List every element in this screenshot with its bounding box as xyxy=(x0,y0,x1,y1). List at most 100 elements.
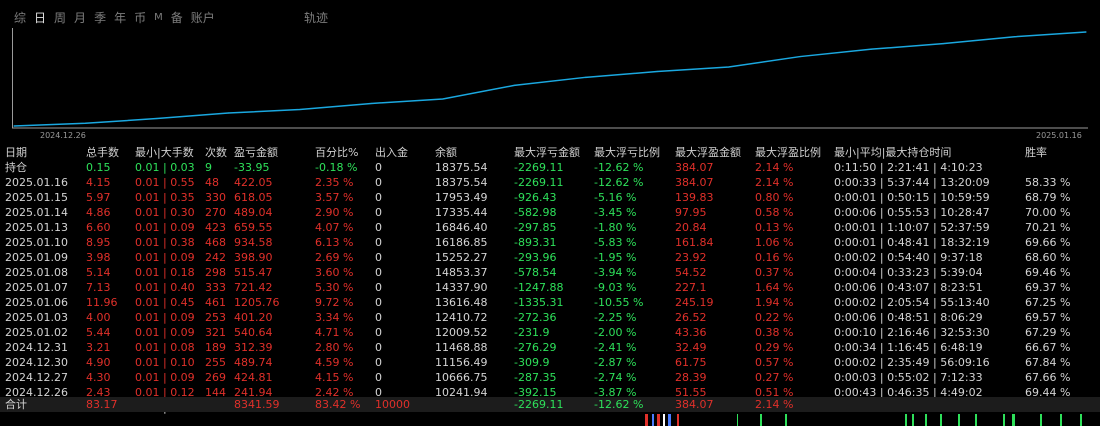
tab-9[interactable]: 账户 xyxy=(191,11,215,25)
holding-row[interactable]: 持仓 0.15 0.01 | 0.03 9 -33.95 -0.18 % 0 18375.54… xyxy=(0,160,1100,175)
equity-chart-svg: 2024.12.26 2025.01.16 xyxy=(12,28,1088,140)
cell-hold_time: 0:00:06 | 0:43:07 | 8:23:51 xyxy=(834,281,983,294)
table-row[interactable]: 2025.01.09 3.98 0.01 | 0.09 242 398.90 2.69 %… xyxy=(0,250,1100,265)
cell-date: 持仓 xyxy=(5,161,27,174)
cell-total_lots: 5.44 xyxy=(86,326,111,339)
cell-date: 2025.01.08 xyxy=(5,266,68,279)
cell-total_lots: 4.00 xyxy=(86,311,111,324)
cell-max_float_loss: -926.43 xyxy=(514,191,557,204)
cell-pct: 9.72 % xyxy=(315,296,354,309)
table-body: 2025.01.16 4.15 0.01 | 0.55 48 422.05 2.35 % 0… xyxy=(0,175,1100,415)
equity-point-13 xyxy=(942,43,944,45)
tab-6[interactable]: 币 xyxy=(134,11,146,25)
cell-inout: 0 xyxy=(375,326,382,339)
cell-min_max_lots: 0.01 | 0.30 xyxy=(135,206,195,219)
col-header-hold_time: 最小|平均|最大持仓时间 xyxy=(834,146,952,159)
cell-min_max_lots: 0.01 | 0.18 xyxy=(135,266,195,279)
cell-pnl_amount: 721.42 xyxy=(234,281,273,294)
cell-max_float_loss_pct: -9.03 % xyxy=(594,281,637,294)
total-max_float_profit_pct: 2.14 % xyxy=(755,398,794,411)
table-row[interactable]: 2025.01.08 5.14 0.01 | 0.18 298 515.47 3.60 %… xyxy=(0,265,1100,280)
table-row[interactable]: 2025.01.03 4.00 0.01 | 0.09 253 401.20 3.34 %… xyxy=(0,310,1100,325)
cell-inout: 0 xyxy=(375,266,382,279)
window-title xyxy=(0,0,80,4)
total-max_float_profit: 384.07 xyxy=(675,398,714,411)
cell-balance: 14337.90 xyxy=(435,281,488,294)
cell-pct: 2.35 % xyxy=(315,176,354,189)
cell-min_max_lots: 0.01 | 0.45 xyxy=(135,296,195,309)
table-row[interactable]: 2025.01.15 5.97 0.01 | 0.35 330 618.05 3.57 %… xyxy=(0,190,1100,205)
cell-max_float_profit: 28.39 xyxy=(675,371,707,384)
cell-inout: 0 xyxy=(375,161,382,174)
col-header-balance: 余额 xyxy=(435,146,457,159)
table-row[interactable]: 2025.01.16 4.15 0.01 | 0.55 48 422.05 2.35 % 0… xyxy=(0,175,1100,190)
tab-7[interactable]: M xyxy=(154,11,163,25)
cell-date: 2025.01.14 xyxy=(5,206,68,219)
cell-max_float_profit_pct: 1.06 % xyxy=(755,236,794,249)
table-row[interactable]: 2025.01.14 4.86 0.01 | 0.30 270 489.04 2.90 %… xyxy=(0,205,1100,220)
cell-max_float_profit_pct: 0.16 % xyxy=(755,251,794,264)
equity-point-2 xyxy=(156,117,158,120)
cell-date: 2025.01.16 xyxy=(5,176,68,189)
cell-date: 2025.01.02 xyxy=(5,326,68,339)
cell-total_lots: 4.15 xyxy=(86,176,111,189)
tab-0[interactable]: 综 xyxy=(14,11,26,25)
table-row[interactable]: 2024.12.31 3.21 0.01 | 0.08 189 312.39 2.80 %… xyxy=(0,340,1100,355)
table-row[interactable]: 2024.12.27 4.30 0.01 | 0.09 269 424.81 4.15 %… xyxy=(0,370,1100,385)
cell-max_float_profit: 54.52 xyxy=(675,266,707,279)
cell-inout: 0 xyxy=(375,221,382,234)
cell-max_float_profit: 23.92 xyxy=(675,251,707,264)
cell-pnl_amount: 424.81 xyxy=(234,371,273,384)
total-max_float_loss_pct: -12.62 % xyxy=(594,398,644,411)
equity-point-12 xyxy=(871,48,873,50)
tab-3[interactable]: 月 xyxy=(74,11,86,25)
indicator-bar-16 xyxy=(1012,414,1015,426)
cell-hold_time: 0:00:33 | 5:37:44 | 13:20:09 xyxy=(834,176,990,189)
cell-pnl_amount: 1205.76 xyxy=(234,296,280,309)
tab-4[interactable]: 季 xyxy=(94,11,106,25)
cell-inout: 0 xyxy=(375,311,382,324)
cell-pct: 2.90 % xyxy=(315,206,354,219)
tab-8[interactable]: 备 xyxy=(171,11,183,25)
cell-pct: 4.71 % xyxy=(315,326,354,339)
cell-balance: 12009.52 xyxy=(435,326,488,339)
cell-balance: 11468.88 xyxy=(435,341,488,354)
cell-count: 9 xyxy=(205,161,212,174)
cell-balance: 14853.37 xyxy=(435,266,488,279)
cell-winrate: 70.21 % xyxy=(1025,221,1071,234)
cell-max_float_loss_pct: -1.95 % xyxy=(594,251,637,264)
indicator-bar-8 xyxy=(785,414,787,426)
cell-max_float_loss_pct: -3.45 % xyxy=(594,206,637,219)
table-row[interactable]: 2025.01.07 7.13 0.01 | 0.40 333 721.42 5.30 %… xyxy=(0,280,1100,295)
equity-point-3 xyxy=(227,112,229,114)
cell-max_float_profit: 61.75 xyxy=(675,356,707,369)
cell-count: 298 xyxy=(205,266,226,279)
cell-pct: 4.59 % xyxy=(315,356,354,369)
cell-pnl_amount: 398.90 xyxy=(234,251,273,264)
cell-winrate: 67.66 % xyxy=(1025,371,1071,384)
cell-min_max_lots: 0.01 | 0.09 xyxy=(135,311,195,324)
tab-1[interactable]: 日 xyxy=(34,11,46,25)
cell-winrate: 69.37 % xyxy=(1025,281,1071,294)
tab-2[interactable]: 周 xyxy=(54,11,66,25)
cell-pnl_amount: -33.95 xyxy=(234,161,270,174)
cell-date: 2024.12.27 xyxy=(5,371,68,384)
cell-balance: 12410.72 xyxy=(435,311,488,324)
cell-max_float_profit_pct: 2.14 % xyxy=(755,161,794,174)
cell-max_float_profit_pct: 0.38 % xyxy=(755,326,794,339)
table-row[interactable]: 2025.01.10 8.95 0.01 | 0.38 468 934.58 6.13 %… xyxy=(0,235,1100,250)
tab-5[interactable]: 年 xyxy=(114,11,126,25)
tab-track[interactable]: 轨迹 xyxy=(304,11,328,25)
table-row[interactable]: 2025.01.06 11.96 0.01 | 0.45 461 1205.76 9.72… xyxy=(0,295,1100,310)
cell-pnl_amount: 934.58 xyxy=(234,236,273,249)
cell-max_float_loss: -2269.11 xyxy=(514,161,564,174)
cell-max_float_profit: 384.07 xyxy=(675,161,714,174)
table-row[interactable]: 2025.01.02 5.44 0.01 | 0.09 321 540.64 4.71 %… xyxy=(0,325,1100,340)
table-row[interactable]: 2025.01.13 6.60 0.01 | 0.09 423 659.55 4.07 %… xyxy=(0,220,1100,235)
cell-pct: 3.60 % xyxy=(315,266,354,279)
cell-inout: 0 xyxy=(375,356,382,369)
cell-min_max_lots: 0.01 | 0.08 xyxy=(135,341,195,354)
table-row[interactable]: 2024.12.30 4.90 0.01 | 0.10 255 489.74 4.59 %… xyxy=(0,355,1100,370)
cell-max_float_loss: -578.54 xyxy=(514,266,557,279)
cell-pnl_amount: 312.39 xyxy=(234,341,273,354)
